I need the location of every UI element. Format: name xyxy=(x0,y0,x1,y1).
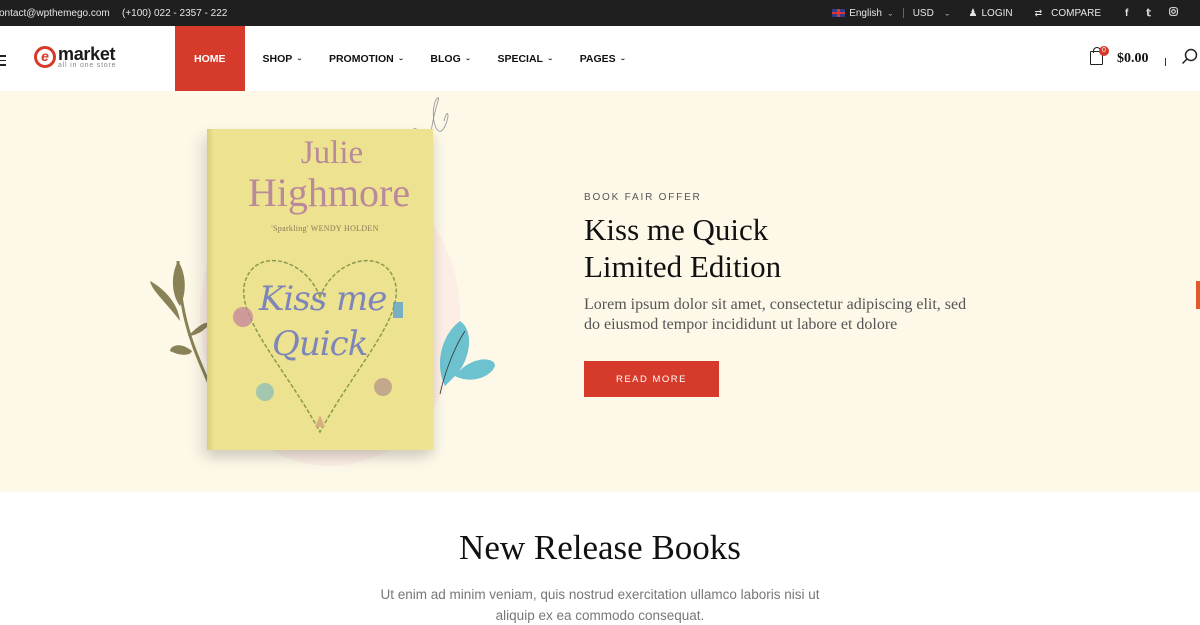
chevron-down-icon: ⌄ xyxy=(943,9,951,17)
nav-item-shop[interactable]: SHOP ⌄ xyxy=(254,26,312,91)
nav-label: SHOP xyxy=(262,52,293,65)
chevron-down-icon: ⌄ xyxy=(619,55,627,62)
hero-tagline: BOOK FAIR OFFER xyxy=(584,192,702,203)
chevron-down-icon: ⌄ xyxy=(546,55,554,62)
hero-title: Kiss me Quick Limited Edition xyxy=(584,211,781,285)
nav-item-special[interactable]: SPECIAL ⌄ xyxy=(488,26,562,91)
instagram-icon[interactable] xyxy=(1169,7,1178,19)
facebook-icon[interactable]: f xyxy=(1125,8,1128,19)
uk-flag-icon xyxy=(832,9,846,17)
divider xyxy=(1165,58,1166,66)
top-bar: contact@wpthemego.com (+100) 022 - 2357 … xyxy=(0,0,1200,26)
nav-item-promotion[interactable]: PROMOTION ⌄ xyxy=(320,26,413,91)
currency-label: USD xyxy=(912,7,934,19)
book-author-last: Highmore xyxy=(247,170,411,215)
compare-arrows-icon: ⇄ xyxy=(1034,7,1043,18)
book-author-first: Julie xyxy=(300,135,364,171)
hamburger-menu-icon[interactable] xyxy=(0,55,6,69)
search-icon[interactable] xyxy=(1181,48,1198,70)
contact-phone: (+100) 022 - 2357 - 222 xyxy=(122,8,228,19)
featured-book-cover[interactable]: Julie Highmore 'Sparkling' WENDY HOLDEN … xyxy=(207,129,433,450)
chevron-down-icon: ⌄ xyxy=(887,9,894,17)
login-link[interactable]: ♟ LOGIN xyxy=(969,8,1013,19)
compare-link[interactable]: ⇄ COMPARE xyxy=(1035,8,1101,19)
language-label: English xyxy=(849,7,882,19)
twitter-icon[interactable]: 𝕥 xyxy=(1146,8,1151,19)
cart-button[interactable]: 0 xyxy=(1090,46,1109,65)
nav-label: PROMOTION xyxy=(328,52,394,65)
chevron-down-icon: ⌄ xyxy=(296,55,303,62)
logo-text: market xyxy=(58,44,116,64)
read-more-button[interactable]: READ MORE xyxy=(584,361,719,397)
compare-label: COMPARE xyxy=(1051,7,1101,19)
main-nav: HOME SHOP ⌄ PROMOTION ⌄ BLOG ⌄ SPECIAL ⌄ PAG… xyxy=(175,26,643,91)
chevron-down-icon: ⌄ xyxy=(464,55,472,62)
hero-description: Lorem ipsum dolor sit amet, consectetur … xyxy=(584,296,967,333)
section-description: Ut enim ad minim veniam, quis nostrud ex… xyxy=(380,587,820,623)
nav-label: SPECIAL xyxy=(497,52,543,65)
site-logo[interactable]: e market all in one store xyxy=(34,44,117,70)
nav-item-home[interactable]: HOME xyxy=(175,26,245,91)
nav-item-pages[interactable]: PAGES ⌄ xyxy=(571,26,636,91)
logo-tagline: all in one store xyxy=(58,62,117,69)
section-title: New Release Books xyxy=(459,528,741,567)
main-header: e market all in one store HOME SHOP ⌄ PRO… xyxy=(0,26,1200,91)
blue-leaf-icon xyxy=(439,321,495,395)
side-panel-tab[interactable] xyxy=(1196,281,1200,309)
book-title-line1: Kiss me xyxy=(259,279,387,319)
chevron-down-icon: ⌄ xyxy=(397,55,405,62)
logo-mark-icon: e xyxy=(34,46,56,68)
contact-email[interactable]: contact@wpthemego.com xyxy=(0,8,110,19)
hero-banner: Julie Highmore 'Sparkling' WENDY HOLDEN … xyxy=(0,91,1200,492)
user-icon: ♟ xyxy=(968,7,978,19)
language-selector[interactable]: English ⌄ xyxy=(832,8,894,19)
hero-title-line1: Kiss me Quick xyxy=(584,212,769,247)
nav-label: BLOG xyxy=(430,52,461,65)
cart-total[interactable]: $0.00 xyxy=(1117,51,1149,67)
nav-item-blog[interactable]: BLOG ⌄ xyxy=(421,26,480,91)
cart-count-badge: 0 xyxy=(1099,46,1109,56)
currency-selector[interactable]: USD ⌄ xyxy=(913,8,951,19)
divider xyxy=(902,8,904,18)
book-quote: 'Sparkling' WENDY HOLDEN xyxy=(271,224,379,233)
book-title-line2: Quick xyxy=(272,324,368,364)
nav-label: HOME xyxy=(194,52,226,65)
hero-title-line2: Limited Edition xyxy=(584,249,782,284)
nav-label: PAGES xyxy=(579,52,616,65)
login-label: LOGIN xyxy=(981,7,1013,19)
